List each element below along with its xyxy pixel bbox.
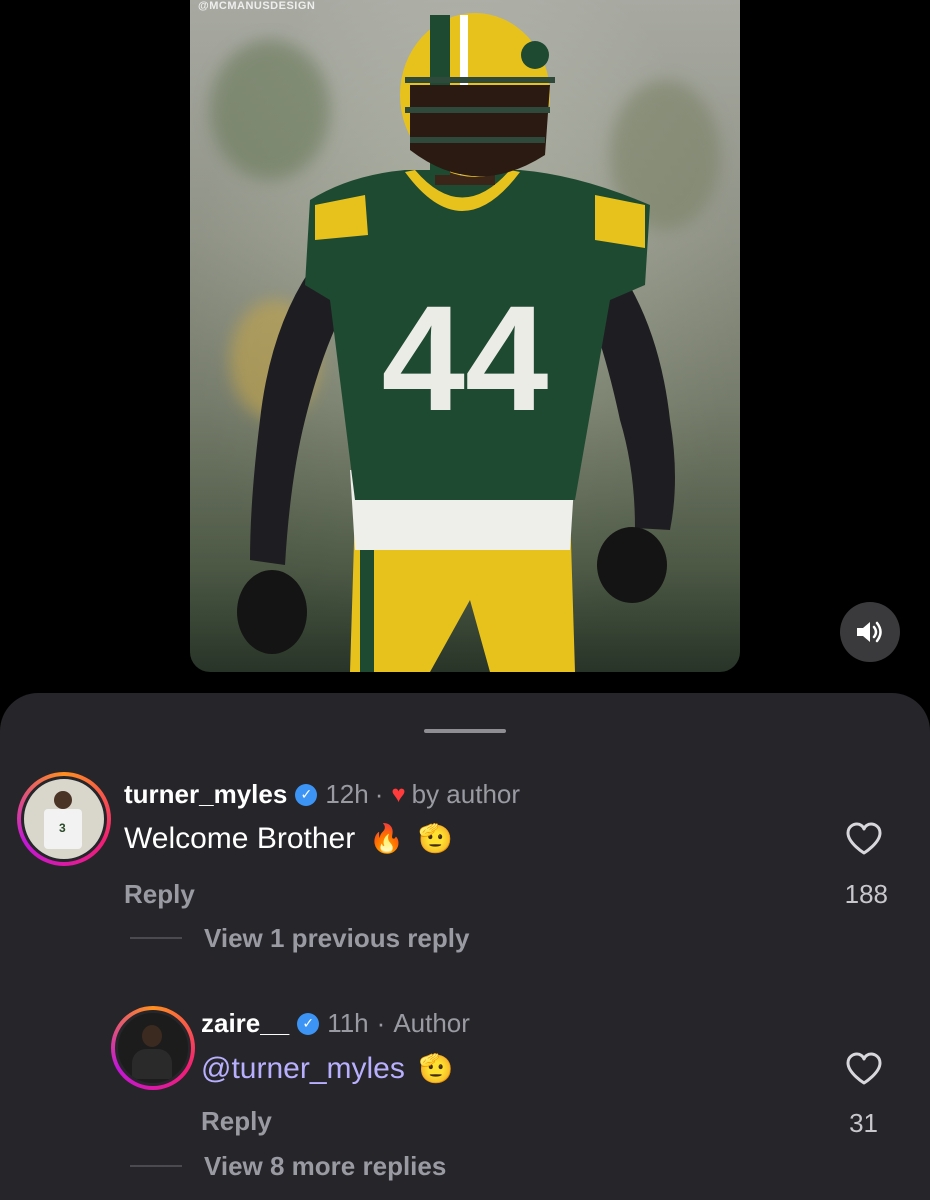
heart-outline-icon[interactable] bbox=[845, 1052, 883, 1086]
verified-badge-icon: ✓ bbox=[297, 1012, 320, 1035]
username[interactable]: zaire__ bbox=[201, 1008, 289, 1039]
like-count: 31 bbox=[849, 1108, 878, 1138]
comment-time: 11h bbox=[327, 1008, 369, 1038]
view-more-replies-button[interactable]: View 8 more replies bbox=[204, 1151, 446, 1182]
reply-header: zaire__ ✓ 11h · Author bbox=[201, 1008, 470, 1039]
liked-by-author-label: by author bbox=[411, 779, 521, 809]
sheet-grabber[interactable] bbox=[424, 729, 506, 733]
mention-link[interactable]: @turner_myles bbox=[201, 1052, 405, 1085]
view-previous-replies-button[interactable]: View 1 previous reply bbox=[204, 923, 469, 954]
avatar-turner-myles[interactable]: 3 bbox=[17, 772, 111, 866]
salute-emoji-icon: 🫡 bbox=[418, 1053, 454, 1084]
reply-button[interactable]: Reply bbox=[124, 879, 195, 910]
post-media[interactable]: @MCMANUSDESIGN 44 bbox=[190, 0, 740, 672]
svg-text:44: 44 bbox=[382, 274, 549, 442]
salute-emoji-icon: 🫡 bbox=[418, 823, 453, 854]
like-count: 188 bbox=[844, 879, 888, 909]
author-label: Author bbox=[393, 1008, 470, 1038]
avatar-zaire[interactable] bbox=[111, 1006, 195, 1090]
player-illustration: 44 bbox=[237, 13, 675, 672]
comment-header: turner_myles ✓ 12h · ♥ by author bbox=[124, 779, 520, 810]
sound-toggle-button[interactable] bbox=[840, 602, 900, 662]
comment-text: Welcome Brother 🔥 🫡 bbox=[124, 822, 453, 856]
speaker-icon bbox=[857, 621, 882, 643]
verified-badge-icon: ✓ bbox=[295, 783, 318, 806]
separator-dot: · bbox=[374, 779, 384, 809]
comment-body: Welcome Brother bbox=[124, 822, 356, 855]
reply-button[interactable]: Reply bbox=[201, 1106, 272, 1137]
fire-emoji-icon: 🔥 bbox=[369, 823, 405, 854]
author-liked-heart-icon: ♥ bbox=[391, 780, 406, 808]
reply-text: @turner_myles 🫡 bbox=[201, 1052, 454, 1086]
thread-line bbox=[130, 1165, 182, 1167]
separator-dot: · bbox=[376, 1008, 386, 1038]
comments-sheet: 3 turner_myles ✓ 12h · ♥ by author Welco… bbox=[0, 693, 930, 1200]
comment-time: 12h bbox=[325, 779, 369, 809]
thread-line bbox=[130, 937, 182, 939]
heart-outline-icon[interactable] bbox=[845, 822, 883, 856]
username[interactable]: turner_myles bbox=[124, 779, 287, 810]
